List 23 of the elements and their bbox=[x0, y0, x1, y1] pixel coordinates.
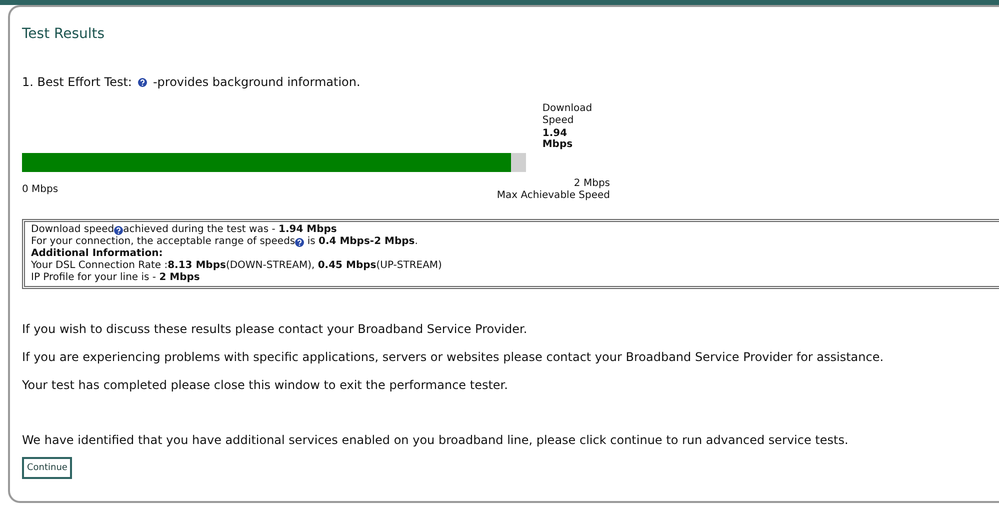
meter-label: Download Speed bbox=[542, 103, 594, 127]
message-text: If you wish to discuss these results please contact your Broadband Service Provider. bbox=[22, 322, 528, 336]
scale-caption: Max Achievable Speed bbox=[496, 190, 610, 202]
meter-value: 1.94 Mbps bbox=[542, 128, 574, 150]
info-text: is 0.4 Mbps-2 Mbps. bbox=[306, 236, 418, 248]
info-text: Your DSL Connection Rate :8.13 Mbps(DOWN-STREAM), 0.45 Mbps(UP-STREAM) bbox=[31, 260, 442, 272]
help-icon[interactable] bbox=[138, 78, 147, 86]
notice-text: We have identified that you have additional services enabled on you broadband line, please click continue to run advanced service tests. bbox=[22, 433, 850, 447]
info-text: Additional Information: bbox=[31, 248, 163, 260]
message-text: Your test has completed please close this window to exit the performance tester. bbox=[22, 378, 509, 392]
test-description: -provides background information. bbox=[152, 75, 360, 89]
continue-button[interactable]: Continue bbox=[22, 457, 72, 479]
help-icon[interactable] bbox=[114, 226, 124, 234]
info-text: Download speed bbox=[31, 224, 114, 236]
scale-min: 0 Mbps bbox=[22, 184, 58, 197]
info-text: IP Profile for your line is - 2 Mbps bbox=[31, 272, 200, 284]
page-title: Test Results bbox=[22, 26, 106, 42]
message-text: If you are experiencing problems with specific applications, servers or websites please contact your Broadband Service Provider for assistance. bbox=[22, 350, 885, 364]
info-text: For your connection, the acceptable range of speeds bbox=[31, 236, 296, 248]
help-icon[interactable] bbox=[295, 238, 304, 246]
scale-max: 2 Mbps bbox=[572, 178, 610, 190]
info-text: achieved during the test was - 1.94 Mbps bbox=[123, 224, 337, 236]
test-heading: 1. Best Effort Test: bbox=[22, 75, 132, 89]
